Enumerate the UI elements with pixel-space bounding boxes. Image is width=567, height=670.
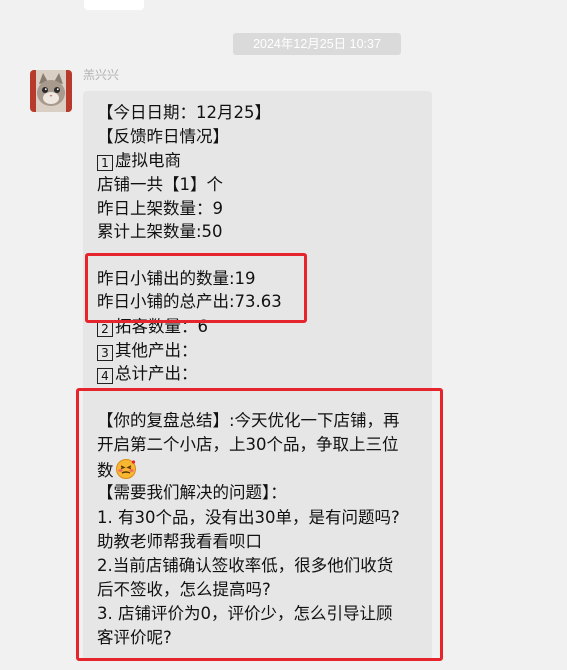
listed-total: 累计上架数量:50 (97, 222, 223, 241)
message-timestamp: 2024年12月25日 10:37 (233, 33, 401, 55)
cat-avatar-icon (30, 70, 72, 112)
store-count: 店铺一共【1】个 (97, 175, 223, 194)
previous-message-card (84, 0, 144, 10)
sender-name: 羔兴兴 (83, 68, 120, 82)
date-line: 【今日日期：12月25】 (97, 103, 271, 122)
feedback-title: 【反馈昨日情况】 (97, 127, 229, 146)
item-3-label: 其他产出： (115, 341, 198, 360)
item-1-label: 虚拟电商 (115, 151, 181, 170)
item-3: 3 其他产出： (97, 340, 198, 362)
number-box-icon: 3 (97, 345, 113, 361)
item-1: 1 虚拟电商 (97, 150, 181, 172)
highlight-box-sales (85, 253, 307, 323)
item-4: 4 总计产出： (97, 363, 198, 385)
listed-yesterday: 昨日上架数量：9 (97, 199, 223, 218)
highlight-box-summary (76, 388, 443, 661)
number-box-icon: 4 (97, 368, 113, 384)
number-box-icon: 1 (97, 155, 113, 171)
avatar[interactable] (30, 70, 72, 112)
item-4-label: 总计产出： (115, 364, 198, 383)
number-box-icon: 2 (97, 321, 113, 337)
